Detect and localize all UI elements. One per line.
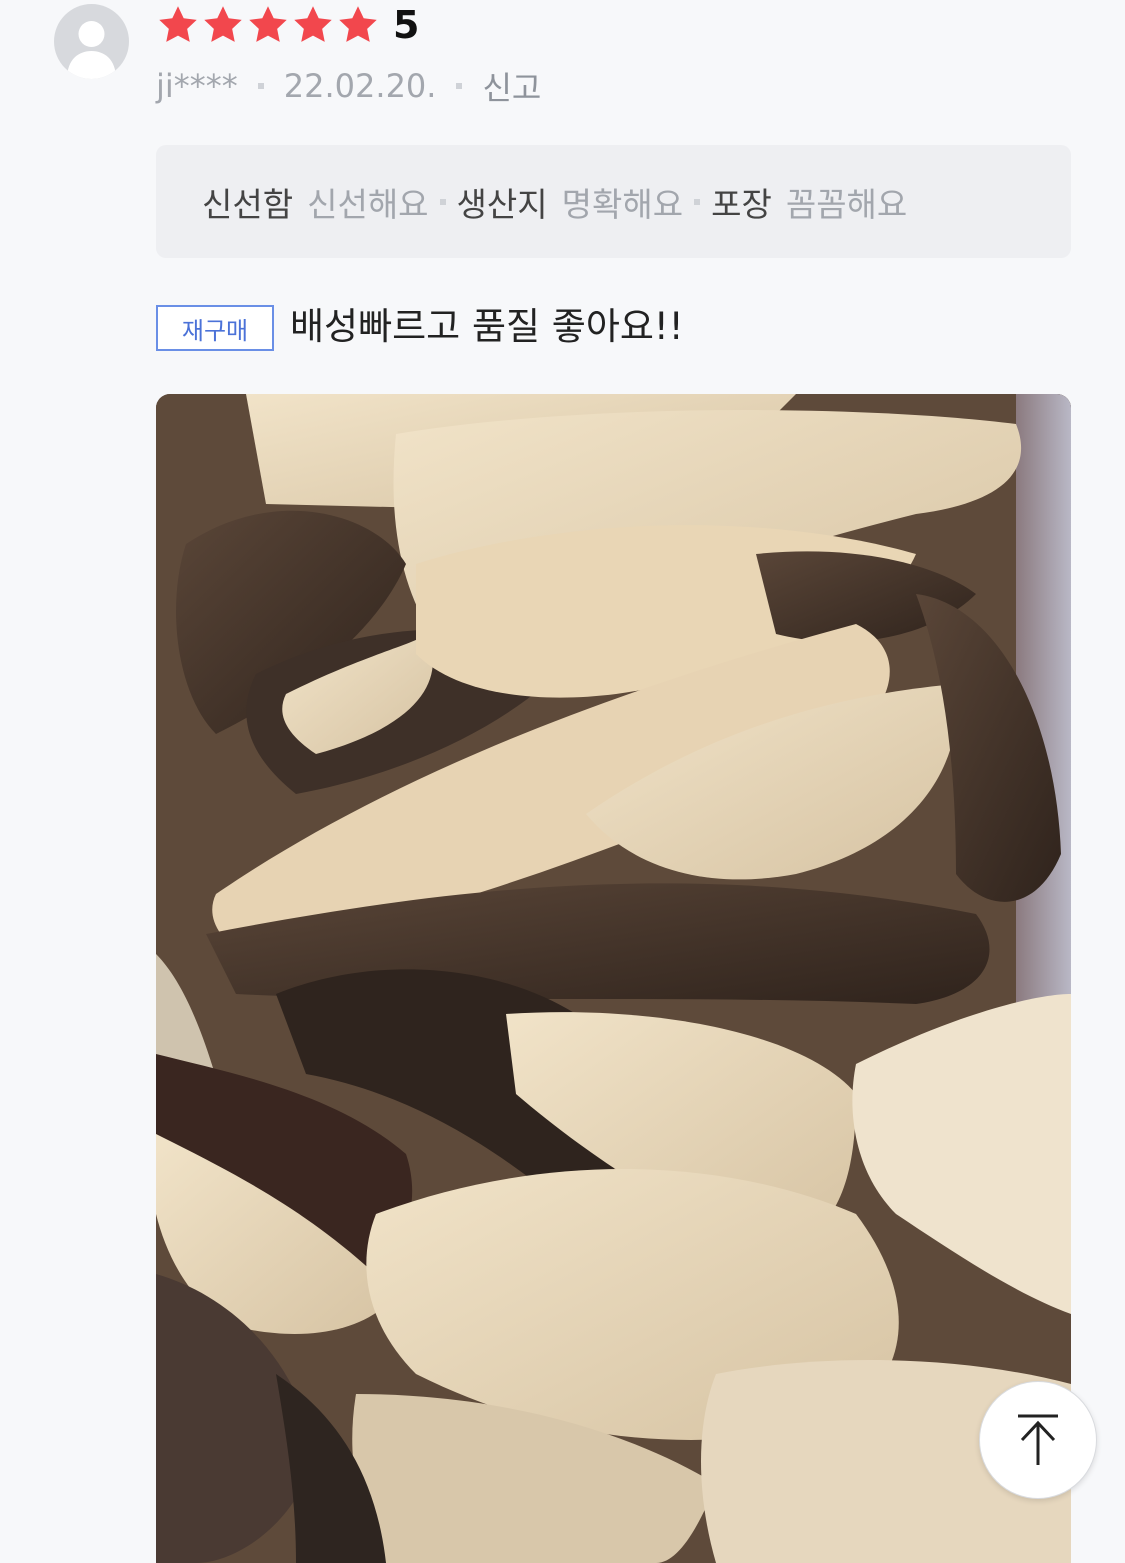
scroll-to-top-button[interactable]	[979, 1381, 1097, 1499]
tag-key: 생산지	[456, 184, 548, 224]
arrow-up-to-top-icon	[1018, 1414, 1058, 1465]
separator	[257, 83, 264, 89]
tag-value: 꼼꼼해요	[785, 184, 908, 224]
separator	[694, 198, 701, 205]
default-avatar-icon	[67, 21, 116, 79]
tag-value: 신선해요	[307, 184, 429, 224]
rating-stars: 5	[156, 2, 419, 48]
reviewer-name: ji****	[156, 67, 238, 105]
star-icon	[294, 6, 332, 42]
tag-key: 신선함	[202, 184, 294, 224]
tag-key: 포장	[711, 184, 772, 224]
review-date: 22.02.20.	[283, 67, 437, 105]
separator	[456, 83, 463, 89]
star-icon	[339, 6, 377, 42]
review-text: 배성빠르고 품질 좋아요!!	[290, 305, 684, 348]
review-photo[interactable]	[156, 394, 1071, 1563]
star-icon	[204, 6, 242, 42]
avatar	[54, 4, 129, 79]
rating-score: 5	[393, 3, 420, 47]
tag-value: 명확해요	[561, 184, 684, 224]
star-icon	[159, 6, 197, 42]
separator	[439, 198, 446, 205]
report-link[interactable]: 신고	[482, 63, 541, 109]
star-icon	[249, 6, 287, 42]
review-meta: ji**** 22.02.20. 신고	[156, 64, 541, 108]
mushroom-photo-image	[156, 394, 1071, 1563]
evaluation-tags: 신선함 신선해요 생산지 명확해요 포장 꼼꼼해요	[156, 145, 1071, 258]
repurchase-badge: 재구매	[156, 305, 274, 351]
